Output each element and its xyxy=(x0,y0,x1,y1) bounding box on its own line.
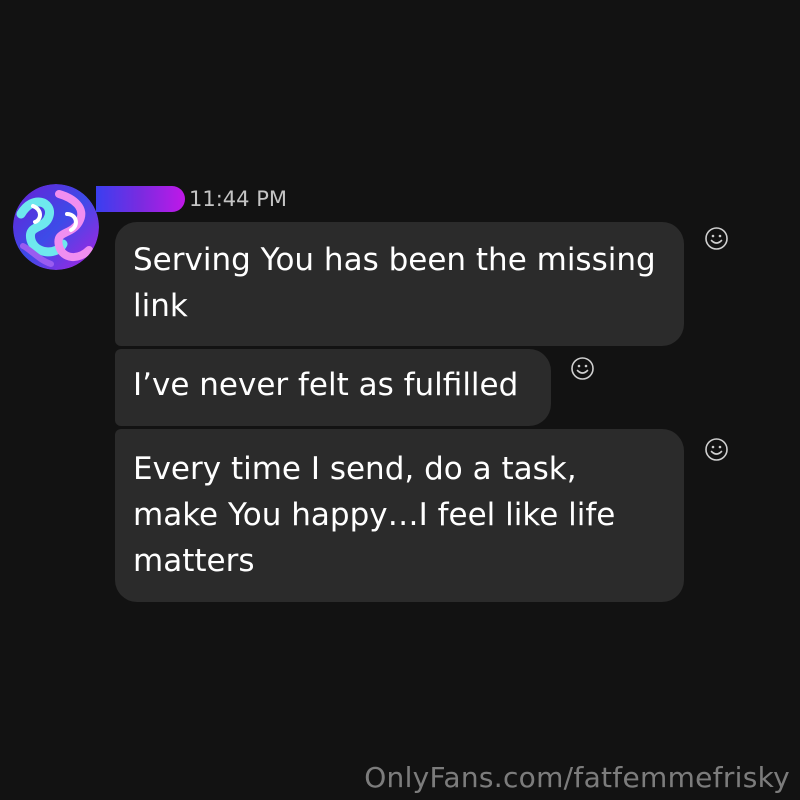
smiley-reaction-icon[interactable] xyxy=(704,226,729,251)
message-bubble[interactable]: I’ve never felt as fulfilled xyxy=(115,349,551,426)
message-text: Every time I send, do a task, make You h… xyxy=(133,451,616,579)
message-timestamp: 11:44 PM xyxy=(189,187,287,211)
message-bubble[interactable]: Serving You has been the missing link xyxy=(115,222,684,346)
watermark: OnlyFans.com/fatfemmefrisky xyxy=(364,761,790,794)
avatar-image xyxy=(13,184,99,270)
smiley-reaction-icon[interactable] xyxy=(570,356,595,381)
sender-name-redacted xyxy=(96,186,185,212)
message-bubble[interactable]: Every time I send, do a task, make You h… xyxy=(115,429,684,602)
avatar[interactable] xyxy=(13,184,99,270)
smiley-reaction-icon[interactable] xyxy=(704,437,729,462)
message-text: I’ve never felt as fulfilled xyxy=(133,367,519,403)
message-text: Serving You has been the missing link xyxy=(133,242,656,324)
